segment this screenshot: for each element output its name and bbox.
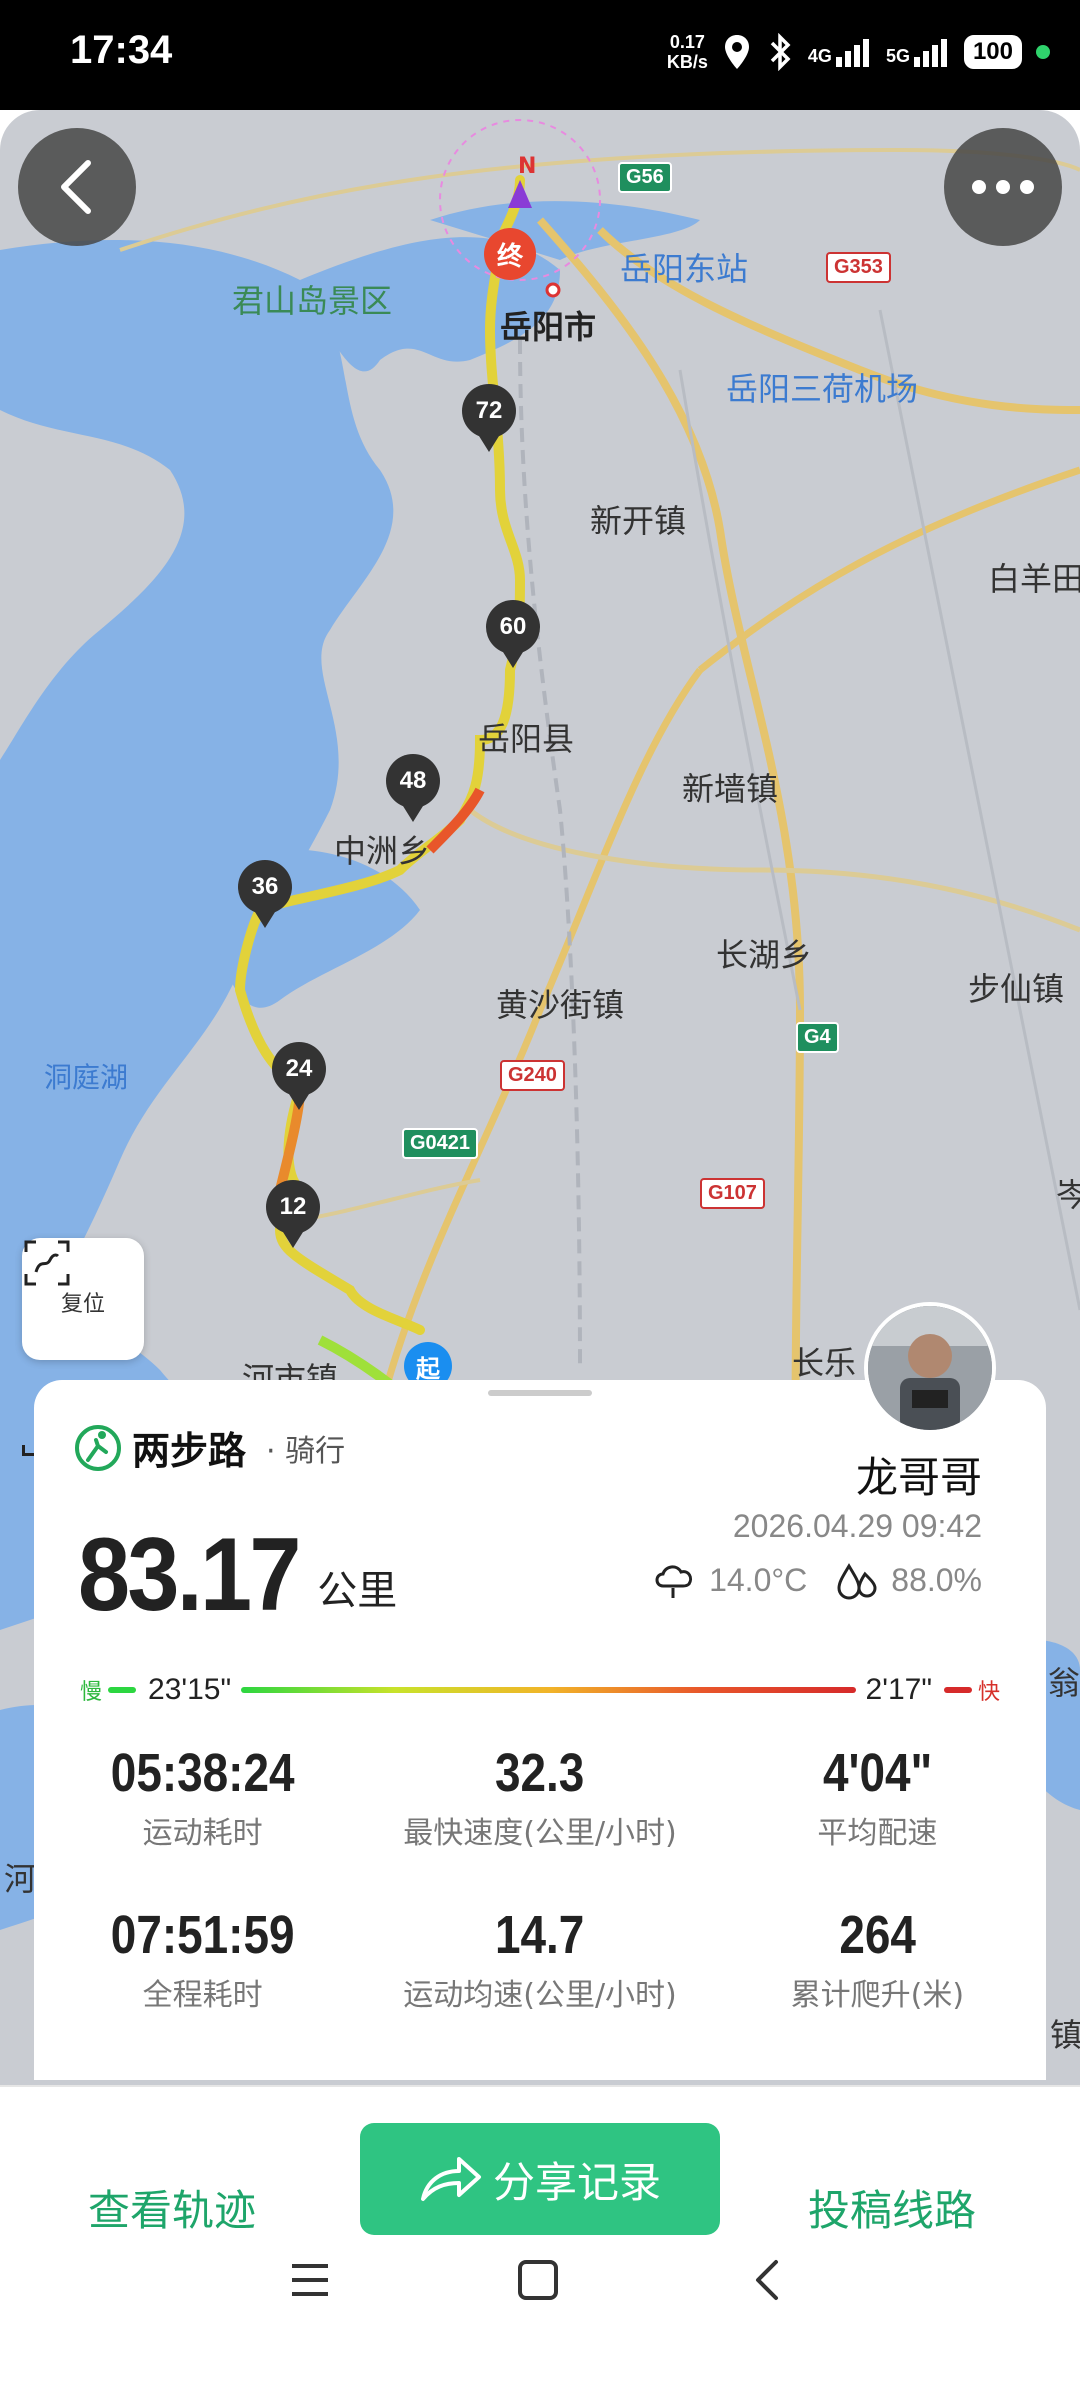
pace-fast-swatch — [943, 1687, 972, 1693]
brand-logo-icon — [75, 1424, 121, 1471]
signal-icon: 5G — [886, 37, 950, 67]
compass-label: N — [518, 154, 537, 179]
status-time: 17:34 — [70, 28, 173, 72]
brand-name: 两步路 — [132, 1429, 247, 1473]
map-label-xinkai: 新开镇 — [590, 502, 687, 540]
distance-value: 83.17 — [78, 1517, 301, 1633]
km-marker[interactable]: 12 — [266, 1180, 320, 1248]
km-marker[interactable]: 36 — [238, 860, 292, 928]
road-badge-g4: G4 — [796, 1022, 839, 1053]
battery-icon: 100 — [963, 35, 1022, 69]
distance-unit: 公里 — [317, 1568, 398, 1614]
road-badge-g240: G240 — [500, 1060, 565, 1091]
pace-gradient-bar — [241, 1687, 856, 1693]
distance: 83.17 公里 — [78, 1520, 397, 1630]
brand: 两步路 · 骑行 — [74, 1420, 345, 1475]
road-badge-g0421: G0421 — [402, 1128, 479, 1159]
stat-total-time: 07:51:59 全程耗时 — [110, 1905, 295, 2013]
bluetooth-icon — [770, 33, 791, 71]
username: 龙哥哥 — [855, 1453, 982, 1502]
pace-fast-value: 2'17" — [865, 1673, 932, 1706]
map-label-he: 河 — [4, 1860, 37, 1898]
humidity-icon — [837, 1563, 877, 1600]
system-nav-bar — [0, 2230, 1080, 2340]
weather-info: 14.0°C 88.0% — [651, 1560, 982, 1600]
map-label-sanhe-airport: 岳阳三荷机场 — [726, 370, 919, 408]
map-label-baiyang: 白羊田 — [988, 560, 1080, 598]
chevron-left-icon — [61, 160, 91, 214]
end-marker[interactable]: 终 — [484, 228, 536, 280]
road-badge-g56: G56 — [618, 162, 672, 193]
signal-icon: 4G — [808, 37, 872, 67]
map-label-changhu: 长湖乡 — [716, 936, 813, 974]
pace-slow-label: 慢 — [80, 1679, 103, 1704]
submit-route-button[interactable]: 投稿线路 — [808, 2177, 976, 2238]
pace-fast-label: 快 — [977, 1679, 1000, 1704]
share-record-label: 分享记录 — [492, 2157, 661, 2207]
map-label-yueyang-county: 岳阳县 — [478, 720, 575, 758]
map-label-zhen: 镇 — [1050, 2016, 1080, 2054]
temperature: 14.0°C — [709, 1561, 808, 1598]
map-label-dongting: 洞庭湖 — [44, 1061, 129, 1094]
net-speed: 0.17 KB/s — [666, 32, 708, 72]
km-marker[interactable]: 60 — [486, 600, 540, 668]
share-icon — [420, 2157, 481, 2201]
pace-slow-value: 23'15" — [148, 1673, 232, 1706]
map-label-buxian: 步仙镇 — [968, 970, 1065, 1008]
km-marker[interactable]: 24 — [272, 1042, 326, 1110]
cloud-rain-icon — [655, 1565, 693, 1598]
map-label-yueyang-east: 岳阳东站 — [620, 250, 749, 288]
humidity: 88.0% — [891, 1561, 982, 1598]
reset-view-label: 复位 — [60, 1292, 105, 1317]
back-nav-icon[interactable] — [746, 2258, 790, 2302]
map-label-weng: 翁 — [1048, 1664, 1080, 1702]
map-label-junshan: 君山岛景区 — [232, 282, 393, 320]
km-marker[interactable]: 48 — [386, 754, 440, 822]
map-label-cen: 岑 — [1056, 1176, 1080, 1214]
avatar[interactable] — [864, 1302, 996, 1434]
road-badge-g353: G353 — [826, 252, 891, 283]
map-label-yueyang-city: 岳阳市 — [500, 308, 597, 346]
stats-grid: 05:38:24 运动耗时 32.3 最快速度(公里/小时) 4'04" 平均配… — [34, 1742, 1046, 2014]
stat-moving-time: 05:38:24 运动耗时 — [110, 1743, 295, 1851]
pace-legend: 慢 23'15" 2'17" 快 — [80, 1670, 1000, 1710]
map-label-huangsha: 黄沙街镇 — [496, 986, 625, 1024]
reset-view-icon — [24, 1240, 70, 1286]
share-record-button[interactable]: 分享记录 — [360, 2123, 720, 2235]
activity-type: · 骑行 — [266, 1433, 346, 1469]
record-card: 两步路 · 骑行 龙哥哥 2026.04.29 09:42 14.0°C 88.… — [34, 1302, 1046, 2080]
km-marker[interactable]: 72 — [462, 384, 516, 452]
map-label-changle: 长乐 — [792, 1344, 857, 1382]
drag-handle[interactable] — [488, 1390, 592, 1396]
more-button[interactable] — [944, 128, 1062, 246]
stat-avg-speed: 14.7 运动均速(公里/小时) — [403, 1905, 677, 2013]
stat-elevation-gain: 264 累计爬升(米) — [790, 1905, 965, 2013]
pace-slow-swatch — [108, 1687, 137, 1693]
view-track-button[interactable]: 查看轨迹 — [88, 2177, 256, 2238]
status-icons: 0.17 KB/s 4G 5G 100 — [667, 22, 1050, 82]
menu-icon[interactable] — [288, 2258, 332, 2302]
location-icon — [724, 35, 749, 69]
status-bar: 17:34 0.17 KB/s 4G 5G 100 — [0, 0, 1080, 110]
more-dots-icon — [972, 180, 1034, 194]
status-dot — [1036, 45, 1050, 59]
map-label-zhongzhou: 中洲乡 — [334, 832, 431, 870]
record-datetime: 2026.04.29 09:42 — [732, 1508, 982, 1544]
stat-avg-pace: 4'04" 平均配速 — [817, 1743, 938, 1851]
home-icon[interactable] — [516, 2258, 560, 2302]
road-badge-g107: G107 — [700, 1178, 765, 1209]
back-button[interactable] — [18, 128, 136, 246]
stat-max-speed: 32.3 最快速度(公里/小时) — [403, 1743, 677, 1851]
map-label-xinqiang: 新墙镇 — [682, 770, 779, 808]
reset-view-button[interactable]: 复位 — [22, 1238, 144, 1360]
